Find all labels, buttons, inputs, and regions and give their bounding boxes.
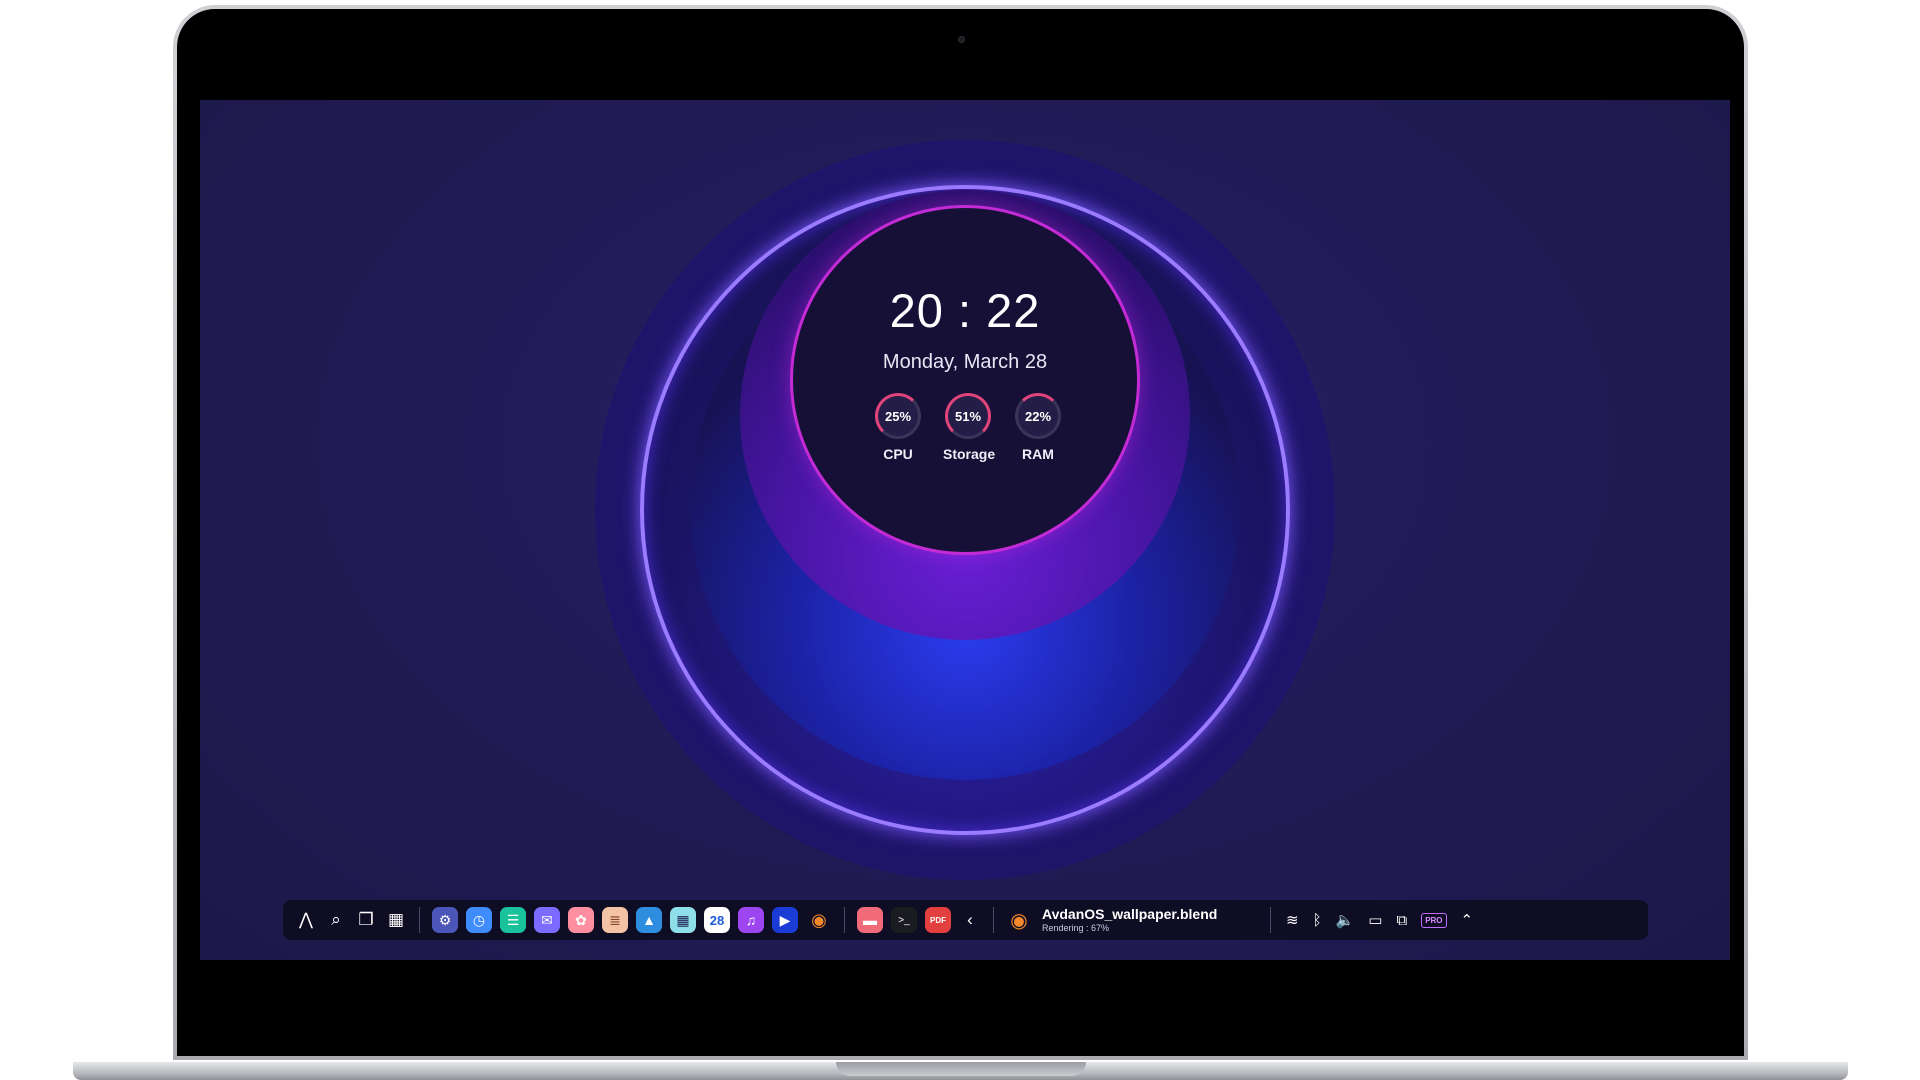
blender-task-icon[interactable]: ◉ [1006, 907, 1032, 933]
taskbar-divider [419, 907, 420, 933]
laptop-base [73, 1062, 1848, 1080]
running-task[interactable]: AvdanOS_wallpaper.blend Rendering : 67% [1042, 907, 1262, 933]
desktop-screen: 20 : 22 Monday, March 28 25% CPU 51% Sto… [200, 100, 1730, 960]
chevron-left-icon[interactable]: ‹ [959, 907, 981, 933]
gauge-cpu: 25% CPU [873, 393, 923, 462]
messages-icon[interactable]: ☰ [500, 907, 526, 933]
search-icon[interactable]: ⌕ [325, 907, 347, 933]
taskbar-divider [1270, 907, 1271, 933]
ram-gauge-label: RAM [1022, 446, 1054, 462]
volume-icon[interactable]: 🔈 [1336, 911, 1355, 929]
music-icon[interactable]: ♫ [738, 907, 764, 933]
cpu-gauge-label: CPU [883, 446, 913, 462]
mail-icon[interactable]: ✉ [534, 907, 560, 933]
battery-icon[interactable]: ▭ [1368, 911, 1382, 929]
wifi-icon[interactable]: ≋ [1286, 911, 1299, 929]
windows-icon[interactable]: ❐ [355, 907, 377, 933]
laptop-notch [835, 1062, 1086, 1076]
photos-icon[interactable]: ✿ [568, 907, 594, 933]
system-gauges: 25% CPU 51% Storage 22% RAM [873, 393, 1063, 462]
notes-icon[interactable]: ≣ [602, 907, 628, 933]
video-player-icon[interactable]: ▶ [772, 907, 798, 933]
terminal-icon[interactable]: >_ [891, 907, 917, 933]
blender-icon[interactable]: ◉ [806, 907, 832, 933]
clock-widget: 20 : 22 Monday, March 28 25% CPU 51% Sto… [790, 205, 1140, 555]
folder-icon[interactable]: ▬ [857, 907, 883, 933]
taskbar-divider [844, 907, 845, 933]
taskbar: ⋀ ⌕ ❐ ▦ ⚙ ◷ ☰ ✉ ✿ ≣ ▲ ▦ 28 ♫ ▶ ◉ ▬ >_ PD… [283, 900, 1648, 940]
task-status: Rendering : 67% [1042, 923, 1110, 933]
taskbar-divider [993, 907, 994, 933]
task-title: AvdanOS_wallpaper.blend [1042, 906, 1218, 922]
gauge-storage: 51% Storage [943, 393, 996, 462]
chevron-up-icon[interactable]: ⌃ [1461, 911, 1474, 929]
storage-gauge-label: Storage [943, 446, 996, 462]
gauge-ram: 22% RAM [1013, 393, 1063, 462]
pro-badge[interactable]: PRO [1421, 912, 1447, 928]
gallery-icon[interactable]: ▲ [636, 907, 662, 933]
cpu-gauge-ring: 25% [875, 393, 921, 439]
calculator-icon[interactable]: ▦ [670, 907, 696, 933]
camera-icon [957, 36, 965, 43]
clock-app-icon[interactable]: ◷ [466, 907, 492, 933]
settings-icon[interactable]: ⚙ [432, 907, 458, 933]
storage-gauge-ring: 51% [945, 393, 991, 439]
ram-gauge-ring: 22% [1015, 393, 1061, 439]
multitasking-icon[interactable]: ⧉ [1396, 912, 1407, 929]
bluetooth-icon[interactable]: ᛒ [1313, 912, 1322, 929]
widgets-icon[interactable]: ▦ [385, 907, 407, 933]
clock-date: Monday, March 28 [882, 351, 1048, 373]
pdf-reader-icon[interactable]: PDF [925, 907, 951, 933]
avdan-logo-icon[interactable]: ⋀ [295, 907, 317, 933]
clock-time: 20 : 22 [889, 284, 1041, 337]
calendar-icon[interactable]: 28 [704, 907, 730, 933]
